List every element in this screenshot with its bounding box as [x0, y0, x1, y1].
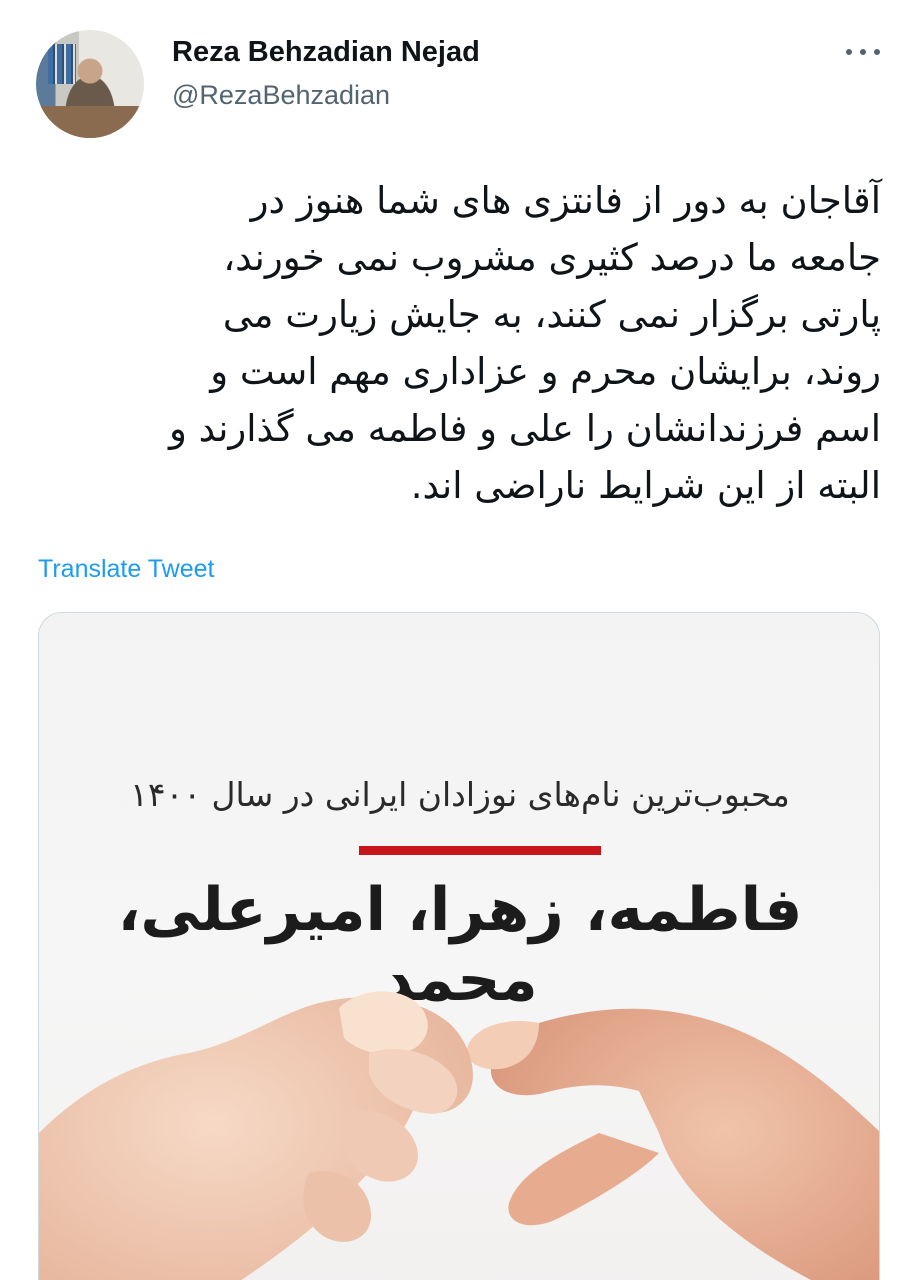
baby-finger-4 [303, 1171, 372, 1242]
avatar[interactable] [36, 30, 144, 138]
avatar-shelf [48, 44, 76, 84]
tweet-text-line: آقاجان به دور از فانتزی های شما هنوز در [250, 179, 881, 222]
tweet-media-image[interactable]: محبوب‌ترین نام‌های نوزادان ایرانی در سال… [38, 612, 880, 1280]
adult-finger-lower [508, 1133, 659, 1226]
adult-hand [490, 1008, 879, 1280]
tweet-header: Reza Behzadian Nejad @RezaBehzadian [36, 22, 886, 138]
translate-tweet-link[interactable]: Translate Tweet [38, 555, 214, 584]
tweet-text-line: جامعه ما درصد کثیری مشروب نمی خورند، [223, 236, 881, 279]
author-names: Reza Behzadian Nejad @RezaBehzadian [172, 34, 480, 112]
author-handle[interactable]: @RezaBehzadian [172, 78, 480, 112]
tweet: Reza Behzadian Nejad @RezaBehzadian آقاج… [0, 0, 914, 1280]
tweet-text: آقاجان به دور از فانتزی های شما هنوز در … [36, 172, 881, 514]
author-display-name[interactable]: Reza Behzadian Nejad [172, 34, 480, 70]
tweet-text-line: البته از این شرایط ناراضی اند. [410, 464, 881, 507]
more-dot [860, 49, 866, 55]
tweet-text-line: پارتی برگزار نمی کنند، به جایش زیارت می [222, 293, 881, 336]
more-horizontal-icon[interactable] [846, 42, 880, 62]
more-dot [874, 49, 880, 55]
tweet-text-line: روند، برایشان محرم و عزاداری مهم است و [210, 350, 881, 393]
tweet-text-line: اسم فرزندانشان را علی و فاطمه می گذارند … [169, 407, 881, 450]
hands-illustration [39, 991, 879, 1280]
avatar-desk [36, 106, 144, 138]
more-dot [846, 49, 852, 55]
